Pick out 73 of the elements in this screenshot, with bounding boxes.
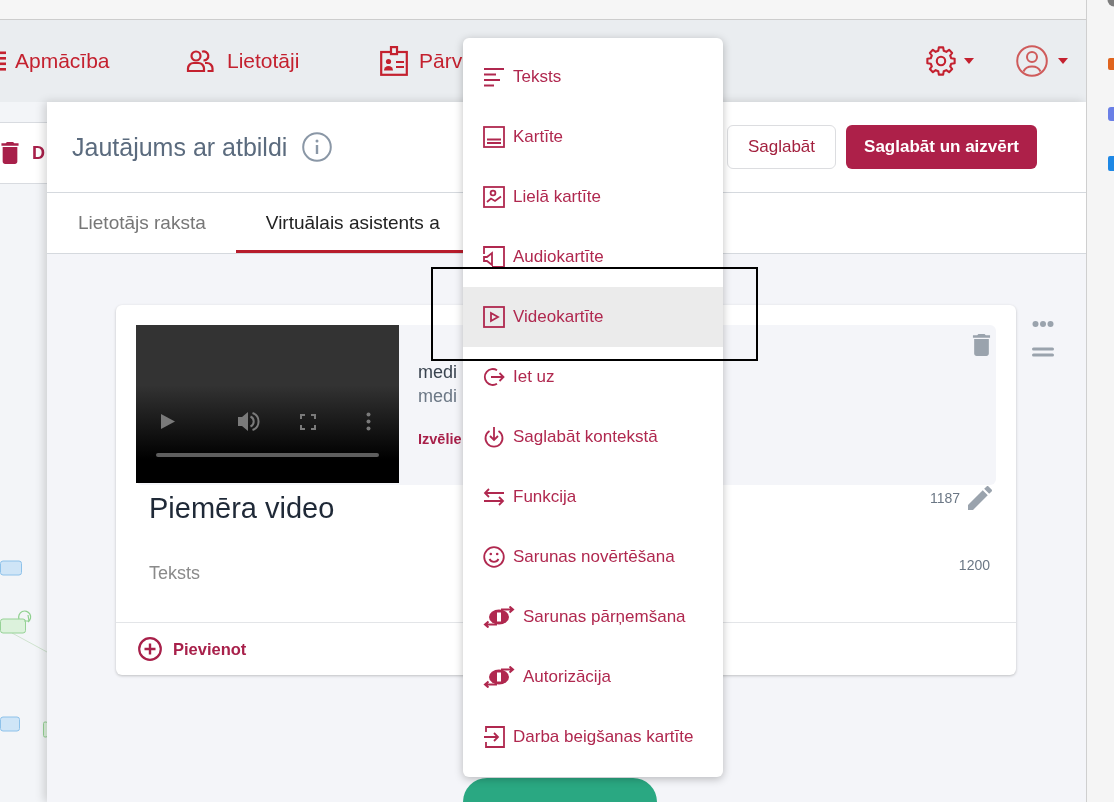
- nav-link[interactable]: Pārv: [380, 46, 463, 76]
- text-input-field[interactable]: Teksts: [149, 560, 439, 586]
- avatar-icon: [1016, 45, 1048, 77]
- id-badge-icon: [380, 46, 408, 76]
- choose-link[interactable]: Izvēlie: [418, 428, 462, 450]
- settings-menu-button[interactable]: [926, 46, 974, 76]
- menu-item[interactable]: Teksts: [463, 47, 723, 107]
- smiley-icon: [483, 546, 505, 568]
- sidebar-app-icon[interactable]: [1107, 0, 1114, 8]
- diagram-node: [0, 618, 26, 634]
- char-counter: 1187: [929, 490, 960, 506]
- sidebar-app-icon[interactable]: [1107, 156, 1114, 171]
- arrow-circle-icon: [483, 366, 505, 388]
- menu-item[interactable]: Iet uz: [463, 347, 723, 407]
- card-title: Piemēra video: [149, 491, 335, 525]
- loop-arrow-icon: [18, 610, 32, 623]
- list-icon: [0, 51, 8, 71]
- exchange-icon: [483, 606, 515, 628]
- fullscreen-icon[interactable]: [300, 414, 316, 430]
- nav-link[interactable]: Apmācība: [0, 49, 110, 73]
- caret-icon: [964, 58, 974, 64]
- nav-link[interactable]: Lietotāji: [186, 49, 300, 73]
- text-lines-icon: [483, 66, 505, 88]
- tab[interactable]: Lietotājs raksta: [47, 193, 236, 253]
- diagram-node: [0, 560, 22, 576]
- swap-arrows-icon: [483, 486, 505, 508]
- play-icon[interactable]: [161, 414, 175, 429]
- floating-action-button[interactable]: [463, 778, 657, 802]
- media-label: medi: [418, 385, 457, 407]
- account-menu-button[interactable]: [1016, 45, 1068, 77]
- menu-item[interactable]: Kartīte: [463, 107, 723, 167]
- speaker-box-icon: [483, 246, 505, 268]
- menu-item[interactable]: Sarunas pārņemšana: [463, 587, 723, 647]
- delete-button[interactable]: D: [0, 142, 45, 164]
- arrow-box-icon: [483, 726, 505, 748]
- menu-item[interactable]: Sarunas novērtēšana: [463, 527, 723, 587]
- menu-item[interactable]: Darba beigšanas kartīte: [463, 707, 723, 767]
- users-icon: [186, 49, 214, 73]
- info-icon[interactable]: [302, 132, 333, 162]
- connector-line: [11, 632, 47, 653]
- image-card-icon: [483, 186, 505, 208]
- menu-item[interactable]: Autorizācija: [463, 647, 723, 707]
- menu-item[interactable]: Lielā kartīte: [463, 167, 723, 227]
- menu-item[interactable]: Saglabāt kontekstā: [463, 407, 723, 467]
- more-icon[interactable]: [1032, 320, 1054, 328]
- sidebar-app-icon[interactable]: [1107, 107, 1114, 121]
- trash-icon: [0, 142, 20, 164]
- media-label: medi: [418, 362, 457, 382]
- menu-item[interactable]: Funkcija: [463, 467, 723, 527]
- more-icon[interactable]: [366, 412, 371, 431]
- diagram-node: [43, 721, 47, 738]
- volume-icon[interactable]: [238, 412, 260, 431]
- plus-circle-icon: [138, 637, 162, 661]
- download-icon: [483, 426, 505, 448]
- drag-handle-icon[interactable]: [1032, 347, 1054, 357]
- save-button[interactable]: Saglabāt: [726, 125, 837, 169]
- diagram-node: [0, 716, 20, 732]
- card-icon: [483, 126, 505, 148]
- caret-icon: [1058, 58, 1068, 64]
- sidebar-app-icon[interactable]: [1107, 58, 1114, 70]
- exchange-icon: [483, 666, 515, 688]
- play-box-icon: [483, 306, 505, 328]
- progress-track[interactable]: [156, 453, 379, 457]
- add-button[interactable]: Pievienot: [138, 637, 247, 661]
- video-player[interactable]: [136, 325, 399, 483]
- menu-item[interactable]: Videokartīte: [463, 287, 723, 347]
- char-counter: 1200: [958, 557, 990, 573]
- menu-item[interactable]: Audiokartīte: [463, 227, 723, 287]
- dialog-title: Jautājums ar atbildi: [72, 132, 288, 162]
- pencil-icon[interactable]: [968, 486, 992, 510]
- save-close-button[interactable]: Saglabāt un aizvērt: [846, 125, 1037, 169]
- gear-icon: [926, 46, 956, 76]
- trash-icon[interactable]: [972, 334, 991, 356]
